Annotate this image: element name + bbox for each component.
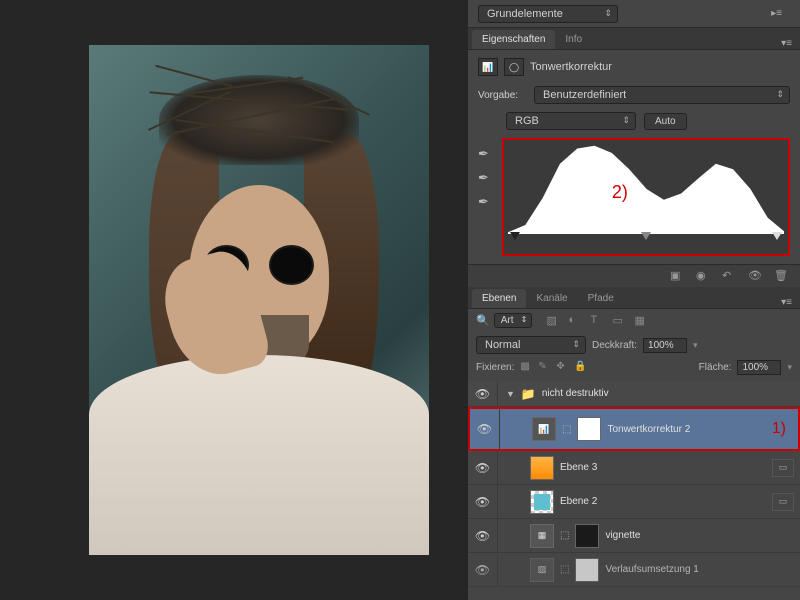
blend-mode-dropdown[interactable]: Normal	[476, 336, 586, 354]
filter-pixel-icon[interactable]: ▧	[546, 314, 562, 328]
disclosure-triangle-icon[interactable]: ▼	[506, 389, 515, 399]
eye-icon[interactable]: 👁	[475, 529, 490, 543]
canvas-area[interactable]	[0, 0, 468, 600]
tab-layers[interactable]: Ebenen	[472, 289, 526, 308]
histogram-curve	[508, 144, 784, 234]
mask-thumb[interactable]	[575, 558, 599, 582]
opacity-input[interactable]	[643, 338, 687, 353]
lock-pixels-icon[interactable]: ✎	[538, 361, 552, 375]
eyedropper-gray-icon[interactable]: ✒	[478, 170, 494, 186]
tab-info[interactable]: Info	[555, 30, 592, 49]
properties-panel: 📊 ◯ Tonwertkorrektur Vorgabe: Benutzerde…	[468, 50, 800, 264]
layers-tabs: Ebenen Kanäle Pfade ▾≡	[468, 287, 800, 309]
link-icon[interactable]: ⬚	[560, 530, 569, 541]
layer-row[interactable]: 👁 Ebene 2 ▭	[468, 485, 800, 519]
layer-list[interactable]: 👁 ▼ 📁 nicht destruktiv 👁 📊 ⬚ Tonwertkorr…	[468, 381, 800, 600]
workspace-dropdown[interactable]: Grundelemente	[478, 5, 618, 23]
image-content	[144, 65, 374, 165]
white-point-slider[interactable]	[772, 232, 782, 240]
chevron-down-icon[interactable]: ▾	[693, 340, 698, 351]
layer-style-icon[interactable]: ▭	[772, 459, 794, 477]
panel-menu-icon[interactable]: ▾≡	[773, 297, 800, 308]
link-icon[interactable]: ⬚	[562, 424, 571, 435]
levels-icon: 📊	[478, 58, 498, 76]
panel-menu-icon[interactable]: ▸≡	[763, 8, 790, 19]
eye-icon[interactable]: 👁	[475, 461, 490, 475]
lock-all-icon[interactable]: 🔒	[574, 361, 588, 375]
layer-name[interactable]: vignette	[605, 530, 794, 541]
delete-icon[interactable]: 🗑	[774, 269, 790, 283]
filter-adjust-icon[interactable]: ◐	[568, 314, 584, 328]
layer-name[interactable]: Verlaufsumsetzung 1	[605, 564, 794, 575]
preset-dropdown[interactable]: Benutzerdefiniert	[534, 86, 790, 104]
panel-menu-icon[interactable]: ▾≡	[773, 38, 800, 49]
mid-point-slider[interactable]	[641, 232, 651, 240]
eye-icon[interactable]: 👁	[475, 495, 490, 509]
tab-properties[interactable]: Eigenschaften	[472, 30, 555, 49]
layer-row[interactable]: 👁 ▦ ⬚ vignette	[468, 519, 800, 553]
layer-name[interactable]: Ebene 3	[560, 462, 762, 473]
folder-icon: 📁	[521, 387, 536, 401]
view-previous-icon[interactable]: ◉	[696, 269, 712, 283]
clip-icon[interactable]: ▣	[670, 269, 686, 283]
annotation-2: 2)	[612, 182, 628, 203]
layer-group-row[interactable]: 👁 ▼ 📁 nicht destruktiv	[468, 381, 800, 407]
eyedropper-black-icon[interactable]: ✒	[478, 146, 494, 162]
filter-type-icon[interactable]: T	[590, 314, 606, 328]
adjustment-title: Tonwertkorrektur	[530, 61, 612, 73]
properties-footer: ▣ ◉ ↶ 👁 🗑	[468, 264, 800, 287]
eyedropper-tools: ✒ ✒ ✒	[478, 138, 494, 256]
eye-icon[interactable]: 👁	[475, 387, 490, 401]
adjustment-thumb[interactable]: ▦	[530, 524, 554, 548]
opacity-label: Deckkraft:	[592, 340, 637, 351]
tab-channels[interactable]: Kanäle	[526, 289, 577, 308]
workspace-bar: Grundelemente ▸≡	[468, 0, 800, 28]
mask-thumb[interactable]	[577, 417, 601, 441]
eye-icon[interactable]: 👁	[477, 422, 492, 436]
toggle-visibility-icon[interactable]: 👁	[748, 269, 764, 283]
fill-input[interactable]	[737, 360, 781, 375]
layer-name[interactable]: Tonwertkorrektur 2	[607, 424, 765, 435]
black-point-slider[interactable]	[510, 232, 520, 240]
lock-transparency-icon[interactable]: ▩	[520, 361, 534, 375]
layer-name[interactable]: nicht destruktiv	[542, 388, 794, 399]
layer-name[interactable]: Ebene 2	[560, 496, 762, 507]
document-image[interactable]	[89, 45, 429, 555]
right-panels: Grundelemente ▸≡ Eigenschaften Info ▾≡ 📊…	[468, 0, 800, 600]
layer-thumb[interactable]	[530, 490, 554, 514]
image-content	[89, 355, 429, 555]
layer-row[interactable]: 👁 Ebene 3 ▭	[468, 451, 800, 485]
link-icon[interactable]: ⬚	[560, 564, 569, 575]
layer-row-selected[interactable]: 👁 📊 ⬚ Tonwertkorrektur 2 1)	[468, 407, 800, 451]
adjustment-thumb[interactable]: ▨	[530, 558, 554, 582]
reset-icon[interactable]: ↶	[722, 269, 738, 283]
lock-label: Fixieren:	[476, 362, 514, 373]
annotation-1: 1)	[772, 420, 786, 438]
fill-label: Fläche:	[699, 362, 732, 373]
lock-position-icon[interactable]: ✥	[556, 361, 570, 375]
layer-style-icon[interactable]: ▭	[772, 493, 794, 511]
properties-tabs: Eigenschaften Info ▾≡	[468, 28, 800, 50]
filter-smart-icon[interactable]: ▦	[634, 314, 650, 328]
channel-dropdown[interactable]: RGB	[506, 112, 636, 130]
layer-filter-dropdown[interactable]: Art	[494, 313, 533, 328]
histogram[interactable]: 2)	[502, 138, 790, 256]
tab-paths[interactable]: Pfade	[578, 289, 624, 308]
eyedropper-white-icon[interactable]: ✒	[478, 194, 494, 210]
layers-panel: 🔍 Art ▧ ◐ T ▭ ▦ Normal Deckkraft: ▾ Fixi…	[468, 309, 800, 600]
chevron-down-icon[interactable]: ▾	[787, 362, 792, 373]
adjustment-thumb[interactable]: 📊	[532, 417, 556, 441]
auto-button[interactable]: Auto	[644, 113, 687, 130]
mask-icon[interactable]: ◯	[504, 58, 524, 76]
preset-label: Vorgabe:	[478, 90, 526, 101]
search-icon: 🔍	[476, 314, 490, 327]
filter-shape-icon[interactable]: ▭	[612, 314, 628, 328]
mask-thumb[interactable]	[575, 524, 599, 548]
layer-row[interactable]: 👁 ▨ ⬚ Verlaufsumsetzung 1	[468, 553, 800, 587]
eye-icon[interactable]: 👁	[475, 563, 490, 577]
layer-thumb[interactable]	[530, 456, 554, 480]
